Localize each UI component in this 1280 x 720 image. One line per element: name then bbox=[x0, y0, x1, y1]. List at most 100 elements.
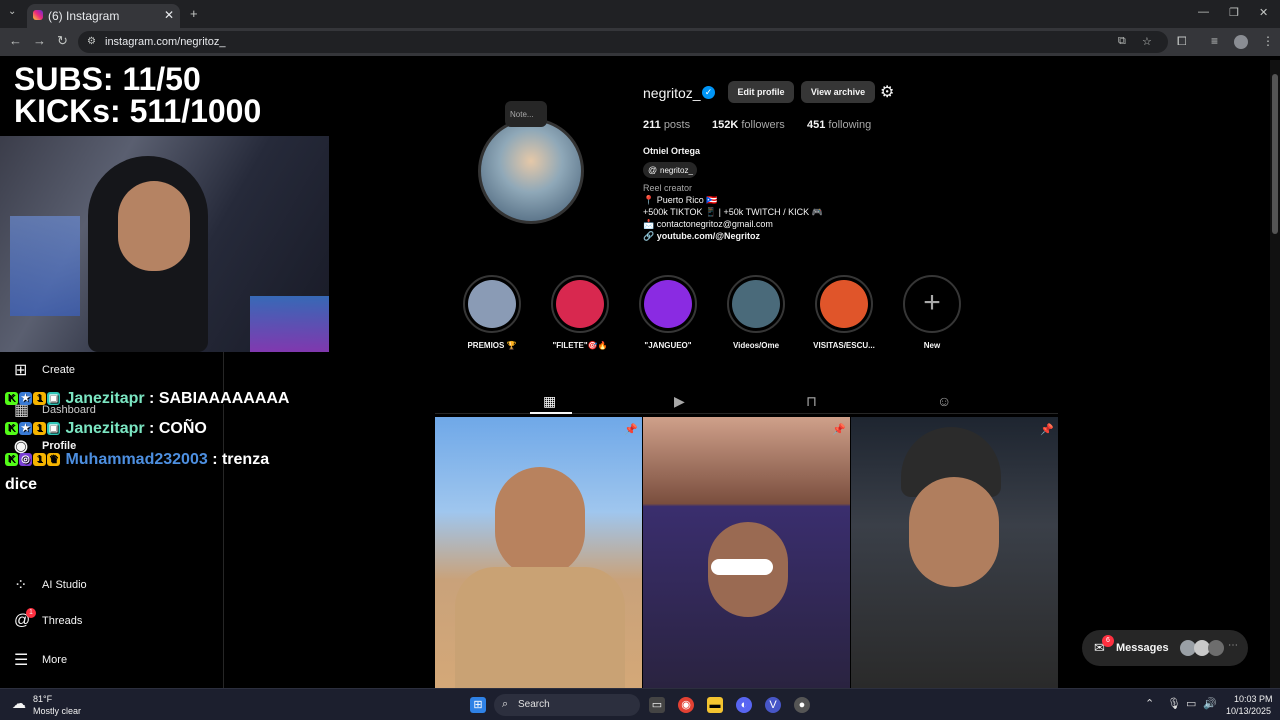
clock-date[interactable]: 10/13/2025 bbox=[1226, 706, 1271, 716]
volume-icon[interactable]: 🔊 bbox=[1203, 697, 1217, 710]
cast-icon[interactable]: ⧉ bbox=[1118, 35, 1126, 48]
followers-stat[interactable]: 152K followers bbox=[712, 119, 785, 131]
menu-icon[interactable]: ⋮ bbox=[1262, 34, 1274, 48]
new-tab-button[interactable]: + bbox=[190, 6, 198, 21]
profile-avatar[interactable] bbox=[478, 118, 584, 224]
windows-taskbar: ☁ 81°F Mostly clear ⊞ ⌕ Search ▭ ◉ ▬ ◐ V… bbox=[0, 688, 1280, 720]
file-explorer-icon[interactable]: ▬ bbox=[707, 697, 723, 713]
minimize-icon[interactable]: — bbox=[1198, 6, 1209, 18]
tray-chevron-icon[interactable]: ⌃ bbox=[1145, 697, 1154, 710]
sidebar-item-more[interactable]: ☰ More bbox=[14, 650, 67, 670]
edit-profile-button[interactable]: Edit profile bbox=[728, 81, 794, 103]
posts-label: posts bbox=[663, 119, 691, 131]
site-info-icon[interactable]: ⚙ bbox=[87, 36, 96, 47]
page-scrollbar[interactable] bbox=[1270, 60, 1280, 688]
search-icon: ⌕ bbox=[502, 698, 509, 710]
highlight-cover bbox=[556, 280, 604, 328]
pinned-icon: 📌 bbox=[624, 424, 638, 436]
taskbar-search[interactable]: ⌕ Search bbox=[494, 694, 640, 716]
plus-square-icon: ⊞ bbox=[14, 362, 28, 379]
ai-studio-icon: ⁘ bbox=[14, 577, 28, 594]
contact-avatar bbox=[1208, 640, 1224, 656]
sidebar-item-ai-studio[interactable]: ⁘ AI Studio bbox=[14, 575, 87, 595]
bio-link[interactable]: 🔗 youtube.com/@Negritoz bbox=[643, 231, 760, 242]
post-thumbnail[interactable] bbox=[851, 417, 1058, 688]
highlight-filete[interactable] bbox=[551, 275, 609, 333]
extensions-icon[interactable]: ⧠ bbox=[1177, 34, 1187, 49]
pinned-icon: 📌 bbox=[1040, 424, 1054, 436]
sidebar-item-label: AI Studio bbox=[42, 578, 87, 591]
tab-saved-icon[interactable]: ⊓ bbox=[806, 393, 817, 410]
chat-message: K ◎ 1 ♛ Muhammad232003 : trenza bbox=[5, 451, 269, 469]
task-view-icon[interactable]: ▭ bbox=[649, 697, 665, 713]
chat-message: K ★ 1 ▣ Janezitapr : COÑO bbox=[5, 420, 207, 438]
threads-link-pill[interactable]: @ negritoz_ bbox=[643, 162, 697, 178]
media-control-icon[interactable]: ≡ bbox=[1211, 34, 1218, 48]
browser-tab-strip: ⌄ (6) Instagram ✕ + — ❐ ✕ bbox=[0, 0, 1280, 28]
post-sunglasses bbox=[711, 559, 773, 575]
scrollbar-thumb[interactable] bbox=[1272, 74, 1278, 234]
chat-text: : COÑO bbox=[149, 420, 207, 437]
highlight-label: "JANGUEO" bbox=[644, 341, 692, 350]
webcam-overlay bbox=[0, 136, 329, 352]
posts-count: 211 bbox=[643, 119, 661, 131]
messages-button[interactable]: ✉ 6 Messages ⋯ bbox=[1082, 630, 1248, 666]
address-toolbar: ← → ↻ ⚙ instagram.com/negritoz_ ⧉ ☆ ⧠ ≡ … bbox=[0, 28, 1280, 56]
chrome-icon[interactable]: ◉ bbox=[678, 697, 694, 713]
bookmark-star-icon[interactable]: ☆ bbox=[1142, 35, 1152, 48]
kick-badge-icon: K bbox=[5, 453, 18, 467]
vpn-icon[interactable]: V bbox=[765, 697, 781, 713]
background-led bbox=[250, 296, 329, 352]
tabs-divider bbox=[435, 413, 1058, 414]
sidebar-item-create[interactable]: ⊞ Create bbox=[14, 360, 75, 380]
highlight-cover bbox=[732, 280, 780, 328]
tab-instagram[interactable]: (6) Instagram ✕ bbox=[27, 4, 180, 28]
active-tab-indicator bbox=[530, 412, 572, 414]
post-thumbnail[interactable] bbox=[435, 417, 642, 688]
highlight-label: PREMIOS 🏆 bbox=[467, 341, 517, 350]
tab-title: (6) Instagram bbox=[48, 9, 120, 23]
address-bar[interactable]: ⚙ instagram.com/negritoz_ ⧉ ☆ bbox=[78, 31, 1168, 53]
obs-icon[interactable]: ● bbox=[794, 697, 810, 713]
tab-search-icon[interactable]: ⌄ bbox=[8, 6, 16, 17]
microphone-icon[interactable]: 🎙 bbox=[1167, 697, 1181, 710]
sidebar-item-threads[interactable]: @ Threads 1 bbox=[14, 608, 82, 630]
following-count: 451 bbox=[807, 119, 826, 131]
bio-line: 📍 Puerto Rico 🇵🇷 bbox=[643, 195, 718, 205]
profile-avatar[interactable] bbox=[1234, 35, 1248, 49]
chat-username: Muhammad232003 bbox=[65, 451, 208, 468]
messages-count-badge: 6 bbox=[1102, 635, 1114, 647]
chat-username: Janezitapr bbox=[65, 390, 145, 407]
note-bubble[interactable]: Note... bbox=[505, 101, 547, 127]
kick-badge-icon: K bbox=[5, 422, 18, 436]
highlight-new[interactable]: + bbox=[903, 275, 961, 333]
back-icon[interactable]: ← bbox=[9, 33, 22, 48]
view-archive-button[interactable]: View archive bbox=[801, 81, 875, 103]
chat-message: K ★ 1 ▣ Janezitapr : SABIAAAAAAAA bbox=[5, 390, 289, 408]
posts-stat: 211 posts bbox=[643, 119, 690, 131]
highlight-videos[interactable] bbox=[727, 275, 785, 333]
windows-start-icon[interactable]: ⊞ bbox=[470, 697, 486, 713]
subs-goal-text: SUBS: 11/50 bbox=[14, 61, 201, 97]
settings-gear-icon[interactable]: ⚙ bbox=[880, 82, 894, 102]
tab-tagged-icon[interactable]: ☺ bbox=[937, 393, 951, 409]
forward-icon[interactable]: → bbox=[33, 33, 46, 48]
highlight-cover bbox=[468, 280, 516, 328]
post-thumbnail[interactable] bbox=[643, 417, 850, 688]
following-stat[interactable]: 451 following bbox=[807, 119, 871, 131]
clock-time[interactable]: 10:03 PM bbox=[1234, 694, 1273, 704]
highlight-visitas[interactable] bbox=[815, 275, 873, 333]
reload-icon[interactable]: ↻ bbox=[57, 33, 68, 49]
tab-reels-icon[interactable]: ▶ bbox=[674, 393, 685, 410]
restore-icon[interactable]: ❐ bbox=[1229, 6, 1239, 19]
chat-message-continuation: dice bbox=[5, 476, 38, 493]
tab-posts-grid-icon[interactable]: ▦ bbox=[543, 393, 556, 410]
network-icon[interactable]: ▭ bbox=[1186, 697, 1196, 710]
highlight-premios[interactable] bbox=[463, 275, 521, 333]
close-tab-icon[interactable]: ✕ bbox=[164, 8, 174, 22]
highlight-jangueo[interactable] bbox=[639, 275, 697, 333]
discord-icon[interactable]: ◐ bbox=[736, 697, 752, 713]
followers-label: followers bbox=[741, 119, 785, 131]
chat-text: : trenza bbox=[212, 451, 270, 468]
close-window-icon[interactable]: ✕ bbox=[1259, 6, 1268, 19]
